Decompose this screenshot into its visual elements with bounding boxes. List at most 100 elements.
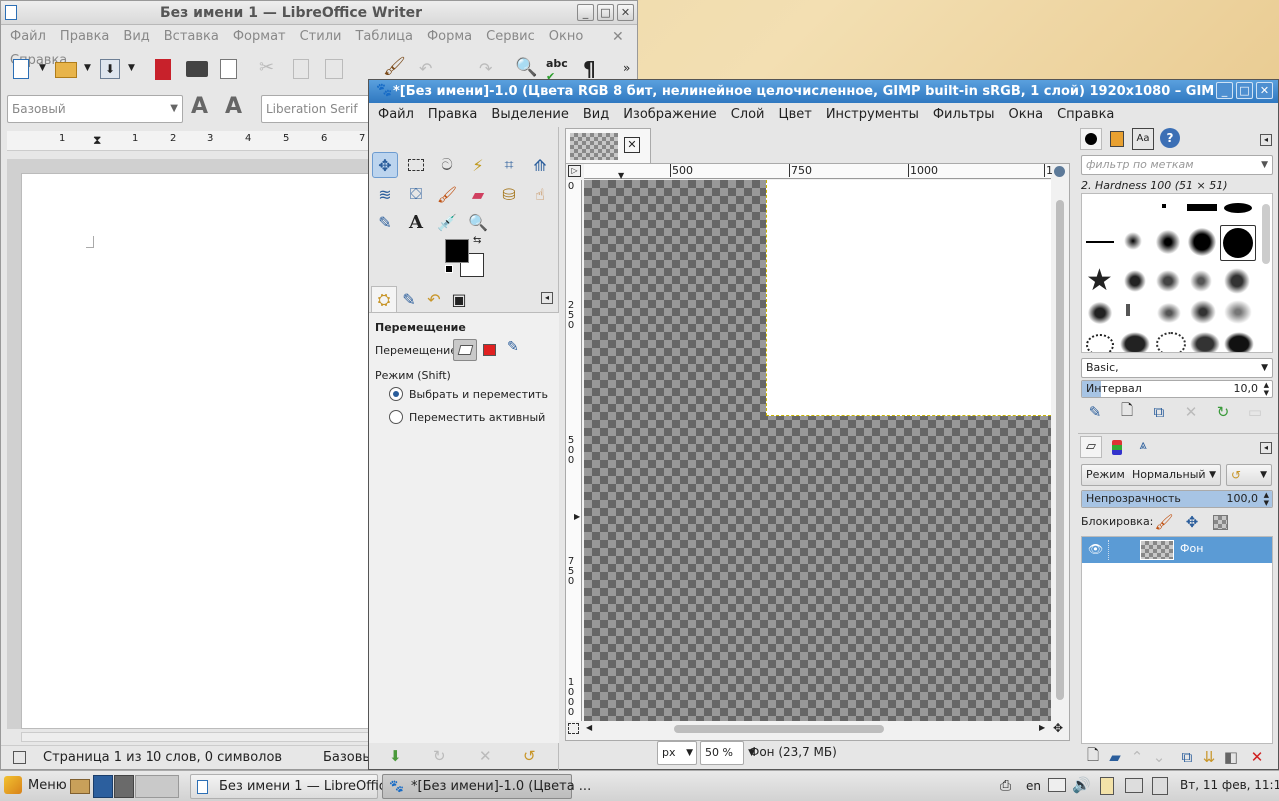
refresh-brushes-icon[interactable]: ↻ [1213, 402, 1233, 422]
layer-mode-select[interactable]: Режим Нормальный ▼ [1081, 464, 1221, 486]
brush-item[interactable] [1088, 302, 1112, 324]
export-pdf-icon[interactable] [155, 59, 171, 80]
panel-menu-icon[interactable]: ◂ [1260, 134, 1272, 146]
menu-styles[interactable]: Стили [293, 25, 349, 49]
menu-view[interactable]: Вид [576, 103, 616, 127]
tool-move[interactable]: ✥ [372, 152, 398, 178]
close-button[interactable]: ✕ [1256, 82, 1273, 99]
brush-item[interactable] [1126, 304, 1130, 316]
brush-item[interactable] [1224, 268, 1250, 294]
merge-layer-icon[interactable]: ⇊ [1199, 747, 1219, 767]
power-icon[interactable] [1152, 777, 1168, 795]
brush-item[interactable] [1188, 228, 1216, 256]
maximize-button[interactable]: □ [597, 4, 614, 21]
tab-tool-options[interactable]: ⛭ [371, 286, 397, 312]
brush-item[interactable] [1187, 204, 1217, 211]
tool-transform[interactable]: ⟰ [527, 152, 553, 178]
open-brush-folder-icon[interactable]: ▭ [1245, 402, 1265, 422]
quickmask-toggle[interactable] [568, 723, 579, 734]
spinner-icon[interactable]: ▲ ▼ [1264, 491, 1269, 507]
tool-smudge[interactable]: ☝ [527, 181, 553, 207]
maximize-button[interactable]: □ [1236, 82, 1253, 99]
undo-icon[interactable]: ↶ [419, 59, 432, 78]
radio-move-active-label[interactable]: Переместить активный [409, 411, 545, 424]
new-layer-group-icon[interactable]: ▰ [1105, 747, 1125, 767]
open-folder-icon[interactable] [55, 62, 77, 78]
layer-mask-icon[interactable]: ◧ [1221, 747, 1241, 767]
scroll-right-icon[interactable]: ▶ [1039, 723, 1045, 732]
menu-tools[interactable]: Инструменты [819, 103, 926, 127]
menu-windows[interactable]: Окна [1002, 103, 1051, 127]
unit-select[interactable]: px ▼ [657, 741, 697, 765]
brush-item[interactable] [1156, 332, 1186, 352]
workspace-2[interactable] [114, 775, 134, 798]
brush-item[interactable] [1086, 334, 1114, 352]
close-document-icon[interactable]: ✕ [612, 29, 624, 45]
horizontal-scrollbar[interactable]: ◀ ▶ [584, 722, 1051, 736]
brush-item[interactable] [1124, 232, 1142, 250]
paste-icon[interactable] [325, 59, 343, 79]
brush-item[interactable] [1224, 203, 1252, 213]
scroll-left-icon[interactable]: ◀ [586, 723, 592, 732]
menu-file[interactable]: Файл [3, 25, 53, 49]
menu-format[interactable]: Формат [226, 25, 293, 49]
tool-bucket-fill[interactable]: ⛋ [403, 181, 429, 207]
tab-images[interactable]: ▣ [446, 286, 472, 312]
tool-clone[interactable]: ⛁ [496, 181, 522, 207]
layer-row[interactable]: 👁 Фон [1082, 537, 1272, 563]
formatting-marks-icon[interactable]: ¶ [583, 57, 596, 81]
tool-warp[interactable]: ≋ [372, 181, 398, 207]
tool-zoom[interactable]: 🔍 [465, 209, 491, 235]
tab-channels[interactable] [1106, 436, 1128, 458]
menu-help[interactable]: Справка [1050, 103, 1121, 127]
restore-options-icon[interactable]: ↻ [433, 747, 446, 765]
close-tab-icon[interactable]: ✕ [624, 137, 640, 153]
clone-formatting-icon[interactable]: 🖌 [383, 56, 406, 77]
delete-brush-icon[interactable]: ✕ [1181, 402, 1201, 422]
menu-edit[interactable]: Правка [53, 25, 116, 49]
volume-icon[interactable]: 🔊 [1072, 776, 1091, 794]
tool-crop[interactable]: ⌗ [496, 152, 522, 178]
new-document-icon[interactable] [13, 59, 29, 79]
brush-item[interactable] [1086, 241, 1114, 243]
tab-device-status[interactable]: ✎ [396, 286, 422, 312]
tab-patterns[interactable] [1106, 128, 1128, 150]
brush-star-icon[interactable]: ★ [1086, 266, 1113, 296]
delete-options-icon[interactable]: ✕ [479, 747, 492, 765]
tool-fuzzy-select[interactable]: ⚡ [465, 152, 491, 178]
brush-grid-scrollbar[interactable] [1262, 204, 1270, 264]
menu-tools[interactable]: Сервис [479, 25, 542, 49]
menu-edit[interactable]: Правка [421, 103, 484, 127]
tab-fonts[interactable]: Aa [1132, 128, 1154, 150]
minimize-button[interactable]: _ [577, 4, 594, 21]
move-selection-button[interactable] [479, 339, 501, 361]
brush-item[interactable] [1156, 302, 1182, 324]
workspace-3[interactable] [135, 775, 179, 798]
copy-icon[interactable] [293, 59, 309, 79]
radio-pick-layer[interactable] [389, 387, 403, 401]
spinner-icon[interactable]: ▲ ▼ [1264, 381, 1269, 397]
new-style-icon[interactable]: A [225, 94, 242, 119]
layer-name[interactable]: Фон [1180, 542, 1203, 555]
radio-pick-layer-label[interactable]: Выбрать и переместить [409, 388, 548, 401]
horizontal-ruler[interactable]: 1 ⧗ 1 2 3 4 5 6 7 [7, 131, 369, 151]
tool-eraser[interactable]: ▰ [465, 181, 491, 207]
font-name-field[interactable]: Liberation Serif [261, 95, 373, 123]
network-icon[interactable] [1125, 778, 1143, 793]
document-page[interactable] [21, 173, 369, 729]
tool-rect-select[interactable] [403, 152, 429, 178]
paragraph-style-select[interactable]: Базовый ▼ [7, 95, 183, 123]
print-preview-icon[interactable] [220, 59, 237, 79]
tool-free-select[interactable]: ට [434, 152, 460, 178]
brush-item[interactable] [1124, 270, 1146, 292]
writer-titlebar[interactable]: Без имени 1 — LibreOffice Writer _ □ ✕ [1, 1, 637, 25]
gimp-titlebar[interactable]: 🐾 *[Без имени]-1.0 (Цвета RGB 8 бит, нел… [369, 80, 1278, 103]
menu-select[interactable]: Выделение [484, 103, 575, 127]
brush-item-selected[interactable] [1220, 225, 1256, 261]
tab-paths[interactable]: ⩓ [1132, 436, 1154, 458]
tab-layers[interactable]: ▱ [1080, 436, 1102, 458]
save-icon[interactable]: ⬇ [100, 59, 120, 79]
ruler-indent-marker[interactable]: ⧗ [93, 133, 101, 148]
tool-paths[interactable]: ✎ [372, 209, 398, 235]
brush-item[interactable] [1190, 270, 1212, 292]
